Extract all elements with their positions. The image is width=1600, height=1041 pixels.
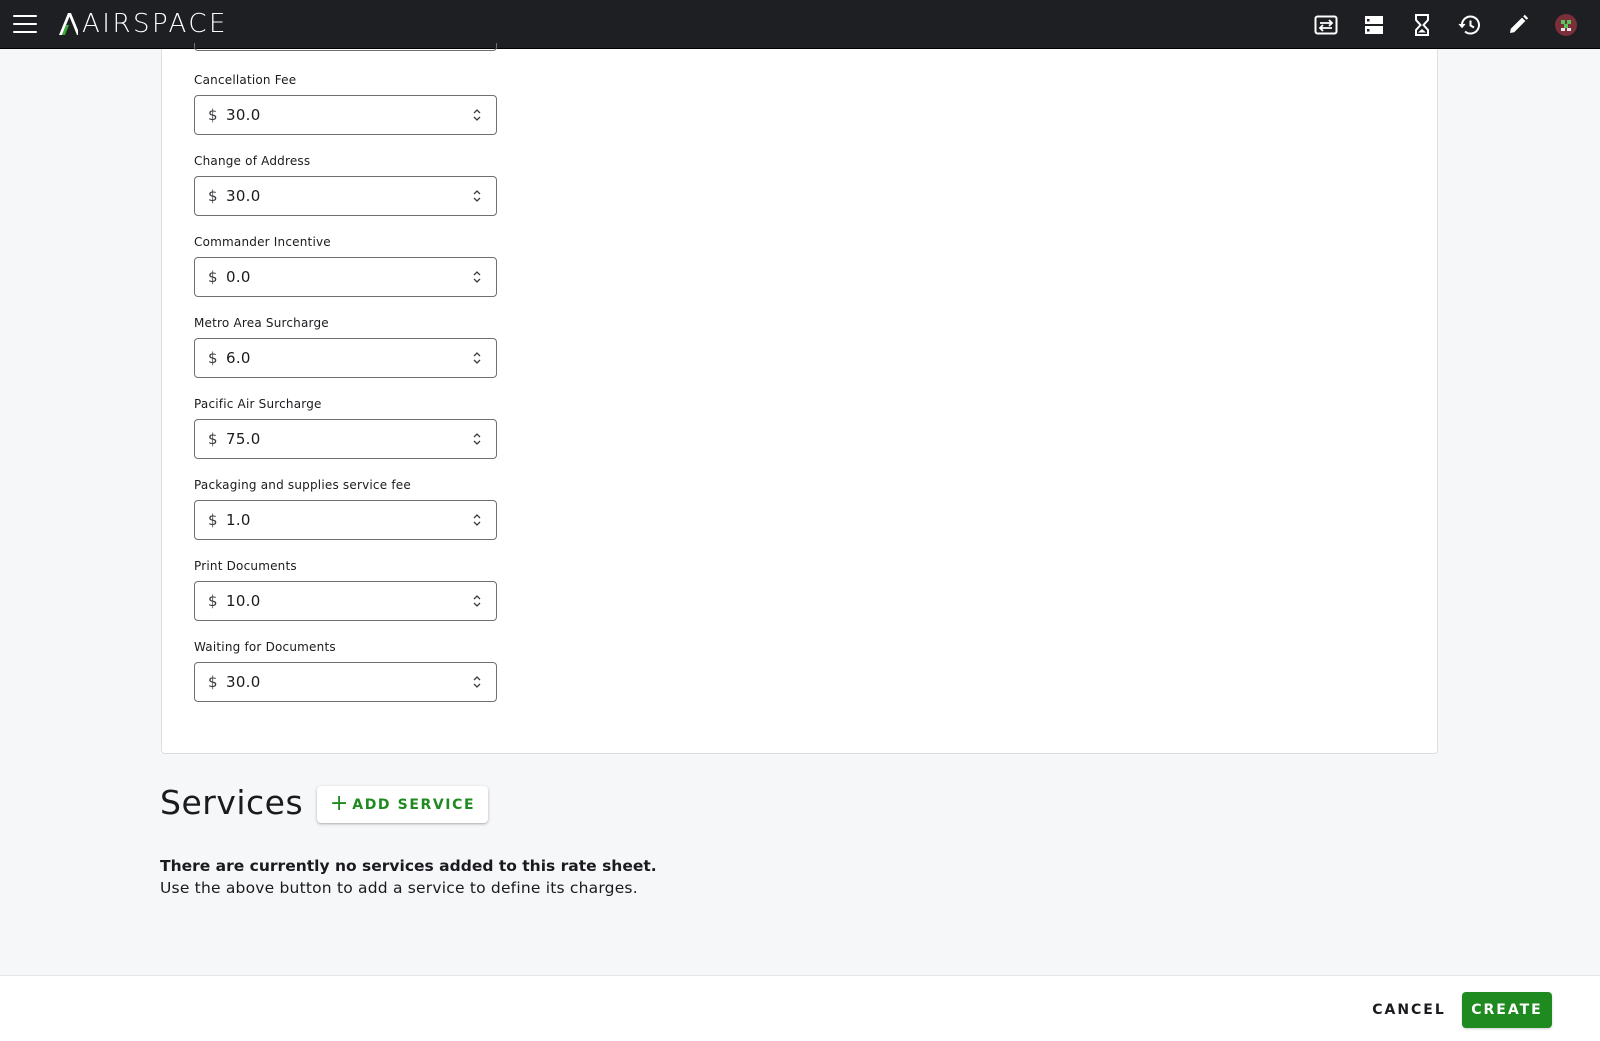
hourglass-icon[interactable] [1398, 1, 1446, 49]
fee-field-waiting-for-documents: Waiting for Documents $ 30.0 [194, 639, 497, 702]
field-label: Metro Area Surcharge [194, 316, 329, 330]
appbar-actions [1302, 0, 1590, 49]
app-bar: AIRSPACE [0, 0, 1600, 49]
swap-horizontal-icon[interactable] [1302, 1, 1350, 49]
services-header: Services [160, 783, 303, 822]
fee-input[interactable]: $ 1.0 [194, 500, 497, 540]
fee-input[interactable]: $ 30.0 [194, 662, 497, 702]
fee-field-pacific-air-surcharge: Pacific Air Surcharge $ 75.0 [194, 396, 497, 459]
fees-card: Cancellation Fee $ 30.0 Change of Addres… [161, 43, 1438, 754]
field-label: Waiting for Documents [194, 640, 336, 654]
currency-prefix: $ [208, 187, 218, 205]
services-empty-subtitle: Use the above button to add a service to… [160, 879, 638, 897]
cancel-button[interactable]: CANCEL [1364, 992, 1454, 1028]
field-label: Packaging and supplies service fee [194, 478, 411, 492]
field-label: Cancellation Fee [194, 73, 297, 87]
field-label: Commander Incentive [194, 235, 331, 249]
fee-value[interactable]: 1.0 [226, 511, 251, 529]
fee-field-metro-area-surcharge: Metro Area Surcharge $ 6.0 [194, 315, 497, 378]
field-label: Pacific Air Surcharge [194, 397, 322, 411]
stepper-icon[interactable] [472, 431, 482, 447]
fee-input[interactable]: $ 6.0 [194, 338, 497, 378]
field-label: Change of Address [194, 154, 311, 168]
fee-field-packaging-and-supplies: Packaging and supplies service fee $ 1.0 [194, 477, 497, 540]
add-service-button[interactable]: + ADD SERVICE [317, 786, 488, 823]
fee-value[interactable]: 30.0 [226, 187, 261, 205]
services-title: Services [160, 783, 304, 822]
fee-value[interactable]: 6.0 [226, 349, 251, 367]
fee-value[interactable]: 10.0 [226, 592, 261, 610]
fee-value[interactable]: 0.0 [226, 268, 251, 286]
fee-input[interactable]: $ 0.0 [194, 257, 497, 297]
currency-prefix: $ [208, 106, 218, 124]
fee-input[interactable]: $ 10.0 [194, 581, 497, 621]
fee-field-cancellation: Cancellation Fee $ 30.0 [194, 72, 497, 135]
currency-prefix: $ [208, 673, 218, 691]
currency-prefix: $ [208, 511, 218, 529]
fee-input[interactable]: $ 75.0 [194, 419, 497, 459]
history-icon[interactable] [1446, 1, 1494, 49]
fee-input[interactable]: $ 30.0 [194, 95, 497, 135]
airspace-logo[interactable]: AIRSPACE [57, 9, 228, 39]
currency-prefix: $ [208, 349, 218, 367]
form-footer: CANCEL CREATE [0, 975, 1600, 1041]
stepper-icon[interactable] [472, 512, 482, 528]
previous-field-stub [194, 43, 497, 51]
currency-prefix: $ [208, 430, 218, 448]
fee-input[interactable]: $ 30.0 [194, 176, 497, 216]
stepper-icon[interactable] [472, 107, 482, 123]
add-service-label: ADD SERVICE [352, 796, 476, 813]
avatar[interactable] [1542, 1, 1590, 49]
fee-value[interactable]: 30.0 [226, 106, 261, 124]
stepper-icon[interactable] [472, 593, 482, 609]
stepper-icon[interactable] [472, 269, 482, 285]
stepper-icon[interactable] [472, 188, 482, 204]
currency-prefix: $ [208, 592, 218, 610]
menu-icon[interactable] [13, 15, 37, 33]
fee-value[interactable]: 75.0 [226, 430, 261, 448]
fee-field-commander-incentive: Commander Incentive $ 0.0 [194, 234, 497, 297]
fee-value[interactable]: 30.0 [226, 673, 261, 691]
pencil-icon[interactable] [1494, 1, 1542, 49]
services-empty-title: There are currently no services added to… [160, 857, 657, 875]
fee-field-print-documents: Print Documents $ 10.0 [194, 558, 497, 621]
plus-icon: + [329, 790, 349, 816]
fee-field-change-of-address: Change of Address $ 30.0 [194, 153, 497, 216]
stepper-icon[interactable] [472, 674, 482, 690]
logo-text: AIRSPACE [78, 9, 228, 39]
create-button[interactable]: CREATE [1462, 992, 1552, 1028]
currency-prefix: $ [208, 268, 218, 286]
stepper-icon[interactable] [472, 350, 482, 366]
field-label: Print Documents [194, 559, 297, 573]
storage-icon[interactable] [1350, 1, 1398, 49]
